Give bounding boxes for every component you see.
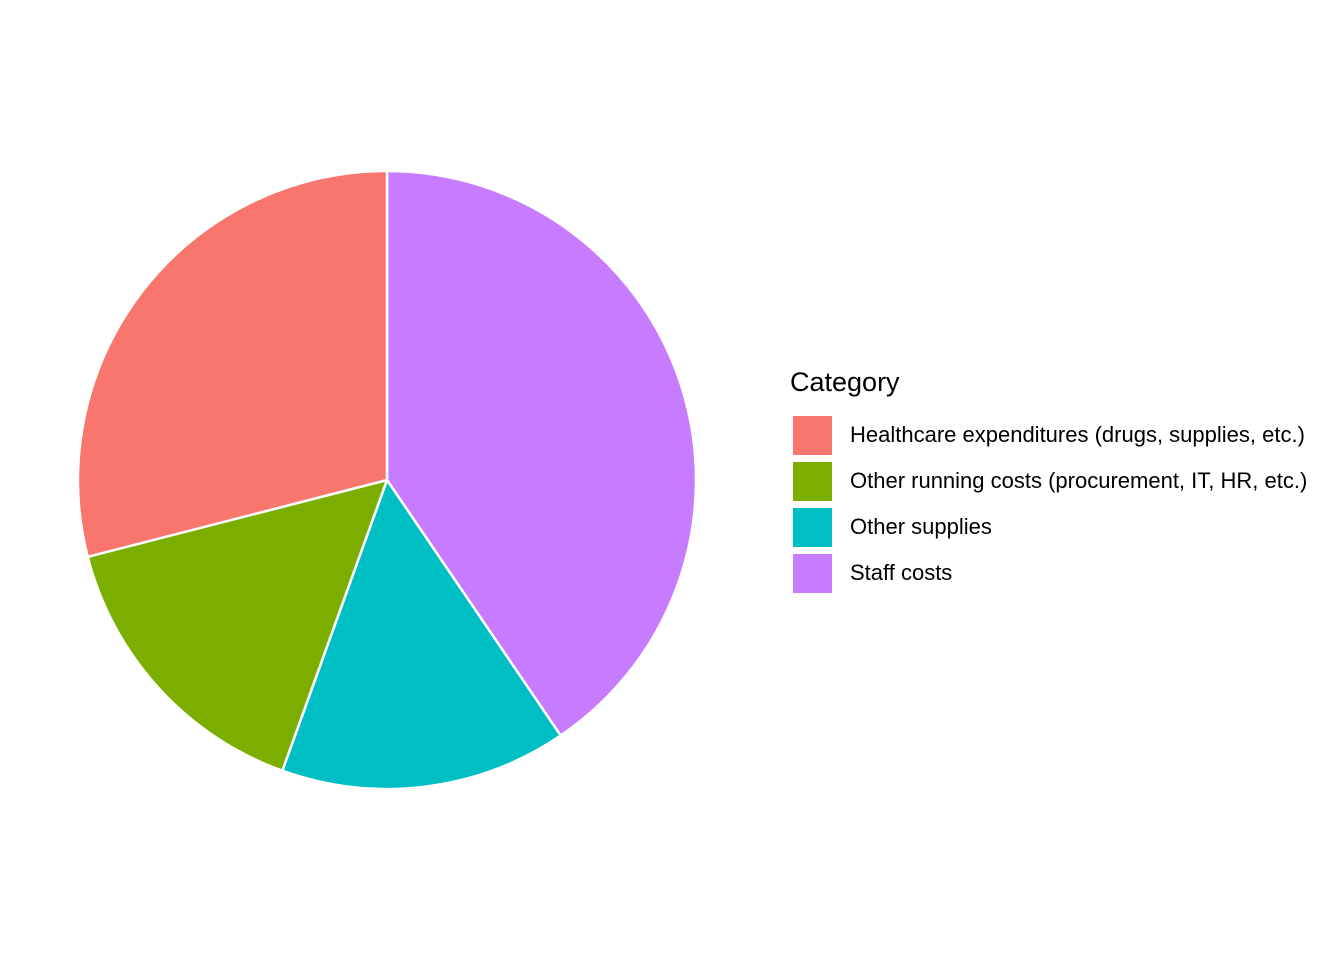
legend-item: Other running costs (procurement, IT, HR… [790, 458, 1307, 504]
legend-key [793, 507, 832, 547]
legend-item: Staff costs [790, 550, 1307, 596]
legend: Category Healthcare expenditures (drugs,… [790, 364, 1307, 596]
legend-key [793, 415, 832, 455]
chart-canvas: Category Healthcare expenditures (drugs,… [0, 0, 1344, 960]
legend-label: Other running costs (procurement, IT, HR… [850, 468, 1308, 493]
legend-item: Healthcare expenditures (drugs, supplies… [790, 412, 1307, 458]
legend-item: Other supplies [790, 504, 1307, 550]
legend-label: Staff costs [850, 560, 953, 585]
legend-key [793, 553, 832, 593]
legend-label: Other supplies [850, 514, 992, 539]
legend-label: Healthcare expenditures (drugs, supplies… [850, 422, 1305, 447]
legend-key [793, 461, 832, 501]
legend-title: Category [790, 367, 900, 397]
